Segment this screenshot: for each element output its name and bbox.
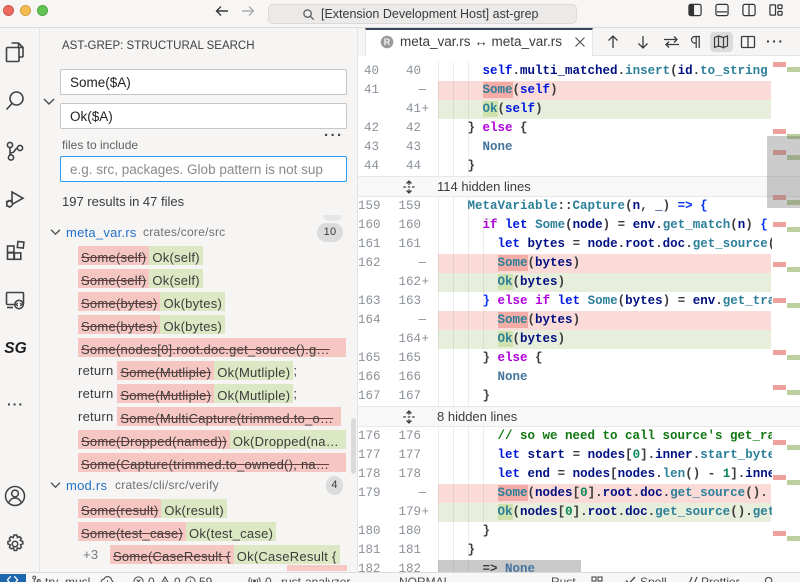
svg-text:R: R <box>384 37 391 47</box>
